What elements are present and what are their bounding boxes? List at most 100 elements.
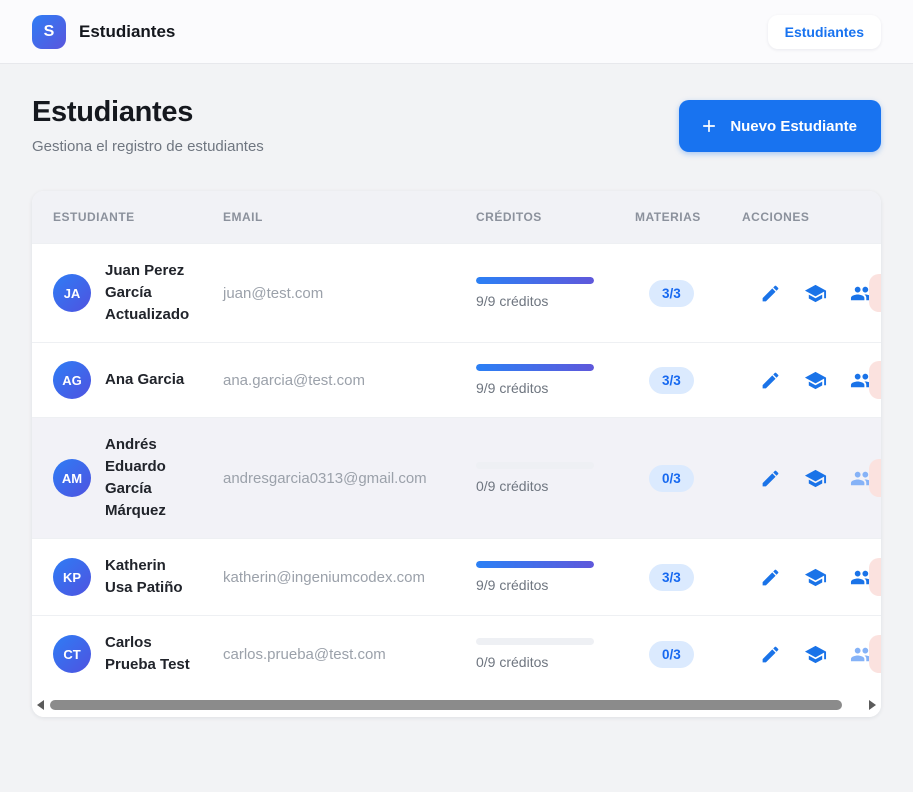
delete-button-peek[interactable] — [869, 558, 881, 596]
subjects-button[interactable] — [804, 467, 827, 490]
delete-button-peek[interactable] — [869, 274, 881, 312]
app-title: Estudiantes — [79, 21, 176, 41]
credits-progress-fill — [476, 561, 594, 568]
plus-icon — [699, 116, 719, 136]
pencil-icon — [760, 372, 781, 394]
column-header-estudiante: Estudiante — [53, 210, 135, 224]
edit-button[interactable] — [760, 567, 781, 588]
student-name: Carlos Prueba Test — [105, 634, 190, 673]
pencil-icon — [760, 285, 781, 307]
credits-label: 0/9 créditos — [476, 478, 549, 494]
materias-cell: 3/3 — [635, 366, 742, 394]
credits-label: 9/9 créditos — [476, 293, 549, 309]
credits-progress-bar — [476, 638, 594, 645]
student-name: Ana Garcia — [105, 371, 185, 388]
scrollbar-track[interactable] — [48, 699, 865, 710]
student-cell: AM Andrés Eduardo García Márquez — [53, 434, 223, 522]
subjects-button[interactable] — [804, 282, 827, 305]
student-email: carlos.prueba@test.com — [223, 645, 386, 663]
delete-button-peek[interactable] — [869, 361, 881, 399]
credits-cell: 9/9 créditos — [476, 364, 635, 396]
student-email: katherin@ingeniumcodex.com — [223, 568, 425, 586]
materias-cell: 0/3 — [635, 640, 742, 668]
credits-progress-fill — [476, 277, 594, 284]
materias-cell: 3/3 — [635, 279, 742, 307]
avatar: KP — [53, 558, 91, 596]
materias-badge: 3/3 — [649, 563, 694, 591]
table-header-row: Estudiante Email Créditos Materias Accio… — [32, 191, 881, 243]
column-header-creditos: Créditos — [476, 210, 542, 224]
student-email: andresgarcia0313@gmail.com — [223, 469, 427, 487]
materias-cell: 0/3 — [635, 464, 742, 492]
credits-cell: 0/9 créditos — [476, 638, 635, 670]
materias-badge: 3/3 — [649, 366, 694, 394]
page-subtitle: Gestiona el registro de estudiantes — [32, 138, 264, 155]
materias-badge: 0/3 — [649, 640, 694, 668]
pencil-icon — [760, 470, 781, 492]
horizontal-scrollbar[interactable] — [32, 692, 881, 717]
graduation-cap-icon — [804, 645, 827, 669]
avatar: JA — [53, 274, 91, 312]
credits-progress-bar — [476, 364, 594, 371]
table-row: JA Juan Perez García Actualizado juan@te… — [32, 243, 881, 342]
credits-cell: 9/9 créditos — [476, 561, 635, 593]
credits-progress-bar — [476, 561, 594, 568]
actions-cell — [742, 566, 881, 589]
student-name: Andrés Eduardo García Márquez — [105, 436, 166, 519]
student-email: ana.garcia@test.com — [223, 371, 365, 389]
column-header-materias: Materias — [635, 210, 701, 224]
actions-cell — [742, 643, 881, 666]
graduation-cap-icon — [804, 568, 827, 592]
left-arrow-icon[interactable] — [37, 699, 44, 710]
table-row: AG Ana Garcia ana.garcia@test.com 9/9 cr… — [32, 342, 881, 417]
page-title: Estudiantes — [32, 96, 194, 128]
subjects-button[interactable] — [804, 566, 827, 589]
avatar: CT — [53, 635, 91, 673]
new-student-button[interactable]: Nuevo Estudiante — [679, 100, 881, 152]
student-cell: JA Juan Perez García Actualizado — [53, 260, 223, 326]
credits-progress-bar — [476, 462, 594, 469]
pencil-icon — [760, 646, 781, 668]
delete-button-peek[interactable] — [869, 635, 881, 673]
student-name: Katherin Usa Patiño — [105, 557, 183, 596]
subjects-button[interactable] — [804, 643, 827, 666]
edit-button[interactable] — [760, 644, 781, 665]
materias-badge: 0/3 — [649, 464, 694, 492]
student-cell: AG Ana Garcia — [53, 361, 223, 399]
edit-button[interactable] — [760, 283, 781, 304]
student-cell: CT Carlos Prueba Test — [53, 632, 223, 676]
subjects-button[interactable] — [804, 369, 827, 392]
table-row: AM Andrés Eduardo García Márquez andresg… — [32, 417, 881, 538]
graduation-cap-icon — [804, 469, 827, 493]
scrollbar-thumb[interactable] — [50, 699, 843, 710]
credits-cell: 0/9 créditos — [476, 462, 635, 494]
nav-estudiantes-button[interactable]: Estudiantes — [767, 14, 881, 49]
graduation-cap-icon — [804, 371, 827, 395]
table-row: KP Katherin Usa Patiño katherin@ingenium… — [32, 538, 881, 615]
app-logo: S — [32, 14, 66, 49]
credits-label: 9/9 créditos — [476, 577, 549, 593]
page-header: Estudiantes Gestiona el registro de estu… — [0, 64, 913, 155]
credits-label: 0/9 créditos — [476, 654, 549, 670]
delete-button-peek[interactable] — [869, 459, 881, 497]
edit-button[interactable] — [760, 370, 781, 391]
materias-badge: 3/3 — [649, 279, 694, 307]
students-table: Estudiante Email Créditos Materias Accio… — [32, 191, 881, 717]
new-student-button-label: Nuevo Estudiante — [730, 117, 857, 135]
actions-cell — [742, 467, 881, 490]
student-cell: KP Katherin Usa Patiño — [53, 555, 223, 599]
column-header-acciones: Acciones — [742, 210, 810, 224]
pencil-icon — [760, 569, 781, 591]
edit-button[interactable] — [760, 468, 781, 489]
materias-cell: 3/3 — [635, 563, 742, 591]
table-row: CT Carlos Prueba Test carlos.prueba@test… — [32, 615, 881, 692]
actions-cell — [742, 369, 881, 392]
app-bar: S Estudiantes Estudiantes — [0, 0, 913, 64]
right-arrow-icon[interactable] — [869, 699, 876, 710]
credits-progress-fill — [476, 364, 594, 371]
student-name: Juan Perez García Actualizado — [105, 262, 190, 323]
credits-progress-bar — [476, 277, 594, 284]
table-body: JA Juan Perez García Actualizado juan@te… — [32, 243, 881, 692]
column-header-email: Email — [223, 210, 263, 224]
student-email: juan@test.com — [223, 284, 324, 302]
